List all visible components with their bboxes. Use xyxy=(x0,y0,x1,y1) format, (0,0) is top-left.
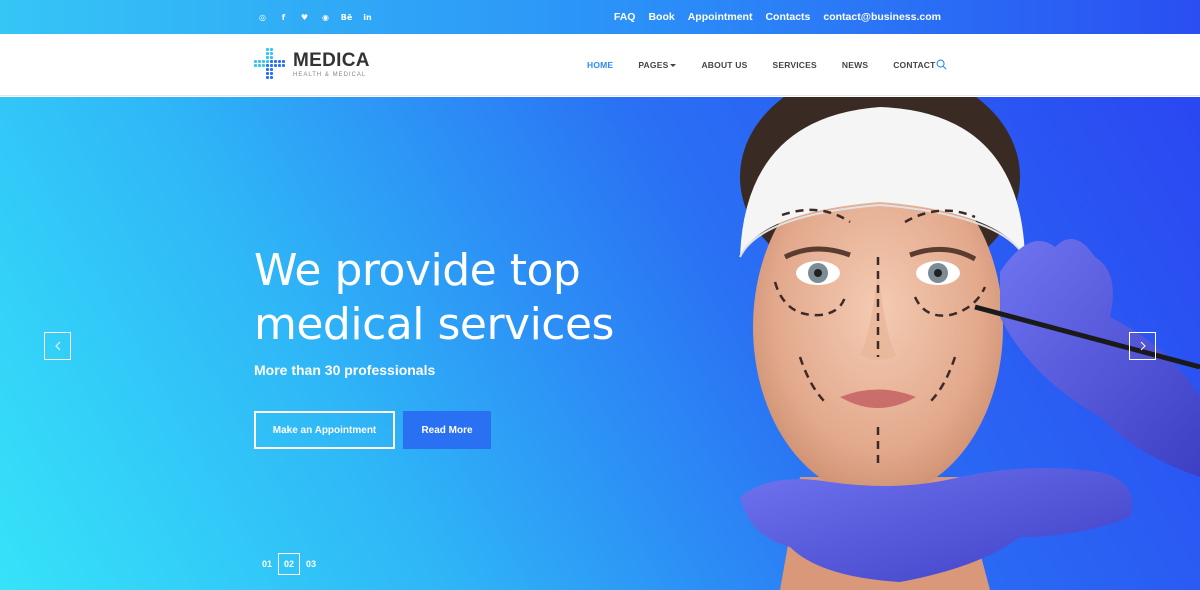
nav-item-about-us[interactable]: ABOUT US xyxy=(701,60,747,70)
slide-dot-03[interactable]: 03 xyxy=(300,553,322,575)
search-icon[interactable] xyxy=(936,59,947,70)
logo[interactable]: MEDICA HEALTH & MEDICAL xyxy=(254,48,370,80)
hero-slider: We provide top medical services More tha… xyxy=(0,97,1200,590)
slide-pagination: 01 02 03 xyxy=(256,553,322,575)
slider-prev-button[interactable] xyxy=(44,332,71,360)
slider-next-button[interactable] xyxy=(1129,332,1156,360)
behance-icon[interactable]: Bē xyxy=(336,13,357,22)
facebook-icon[interactable]: f xyxy=(273,13,294,22)
nav-item-services[interactable]: SERVICES xyxy=(772,60,816,70)
main-nav: HOME PAGES ABOUT US SERVICES NEWS CONTAC… xyxy=(587,34,961,96)
main-header: MEDICA HEALTH & MEDICAL HOME PAGES ABOUT… xyxy=(0,34,1200,96)
top-links: FAQ Book Appointment Contacts contact@bu… xyxy=(614,0,941,34)
top-bar: ◎ f ♥ ◉ Bē in FAQ Book Appointment Conta… xyxy=(0,0,1200,34)
hero-subtitle: More than 30 professionals xyxy=(254,362,436,378)
contacts-link[interactable]: Contacts xyxy=(765,11,810,23)
make-appointment-button[interactable]: Make an Appointment xyxy=(254,411,395,449)
dribbble-icon[interactable]: ◉ xyxy=(315,13,336,22)
hero-headline-line2: medical services xyxy=(254,299,614,350)
linkedin-icon[interactable]: in xyxy=(357,13,378,22)
read-more-button[interactable]: Read More xyxy=(403,411,491,449)
twitter-icon[interactable]: ♥ xyxy=(294,13,315,22)
nav-item-contact[interactable]: CONTACT xyxy=(893,60,935,70)
nav-item-pages-label: PAGES xyxy=(638,60,669,70)
slide-dot-02[interactable]: 02 xyxy=(278,553,300,575)
nav-item-home[interactable]: HOME xyxy=(587,60,613,70)
email-link[interactable]: contact@business.com xyxy=(823,11,941,23)
hero-photo xyxy=(739,97,1200,590)
appointment-link[interactable]: Appointment xyxy=(688,11,753,23)
hero-headline-line1: We provide top xyxy=(254,245,581,296)
social-links: ◎ f ♥ ◉ Bē in xyxy=(252,0,378,34)
slide-dot-01[interactable]: 01 xyxy=(256,553,278,575)
chevron-left-icon xyxy=(54,341,60,351)
nav-item-news[interactable]: NEWS xyxy=(842,60,868,70)
caret-down-icon xyxy=(670,64,677,68)
nav-item-pages[interactable]: PAGES xyxy=(638,60,677,70)
cross-logo-icon xyxy=(254,48,286,80)
hero-headline: We provide top medical services xyxy=(254,244,674,352)
logo-tagline: HEALTH & MEDICAL xyxy=(293,71,367,78)
chevron-right-icon xyxy=(1140,341,1146,351)
pinterest-icon[interactable]: ◎ xyxy=(252,13,273,22)
logo-name: MEDICA xyxy=(293,49,370,71)
book-link[interactable]: Book xyxy=(648,11,674,23)
faq-link[interactable]: FAQ xyxy=(614,11,636,23)
